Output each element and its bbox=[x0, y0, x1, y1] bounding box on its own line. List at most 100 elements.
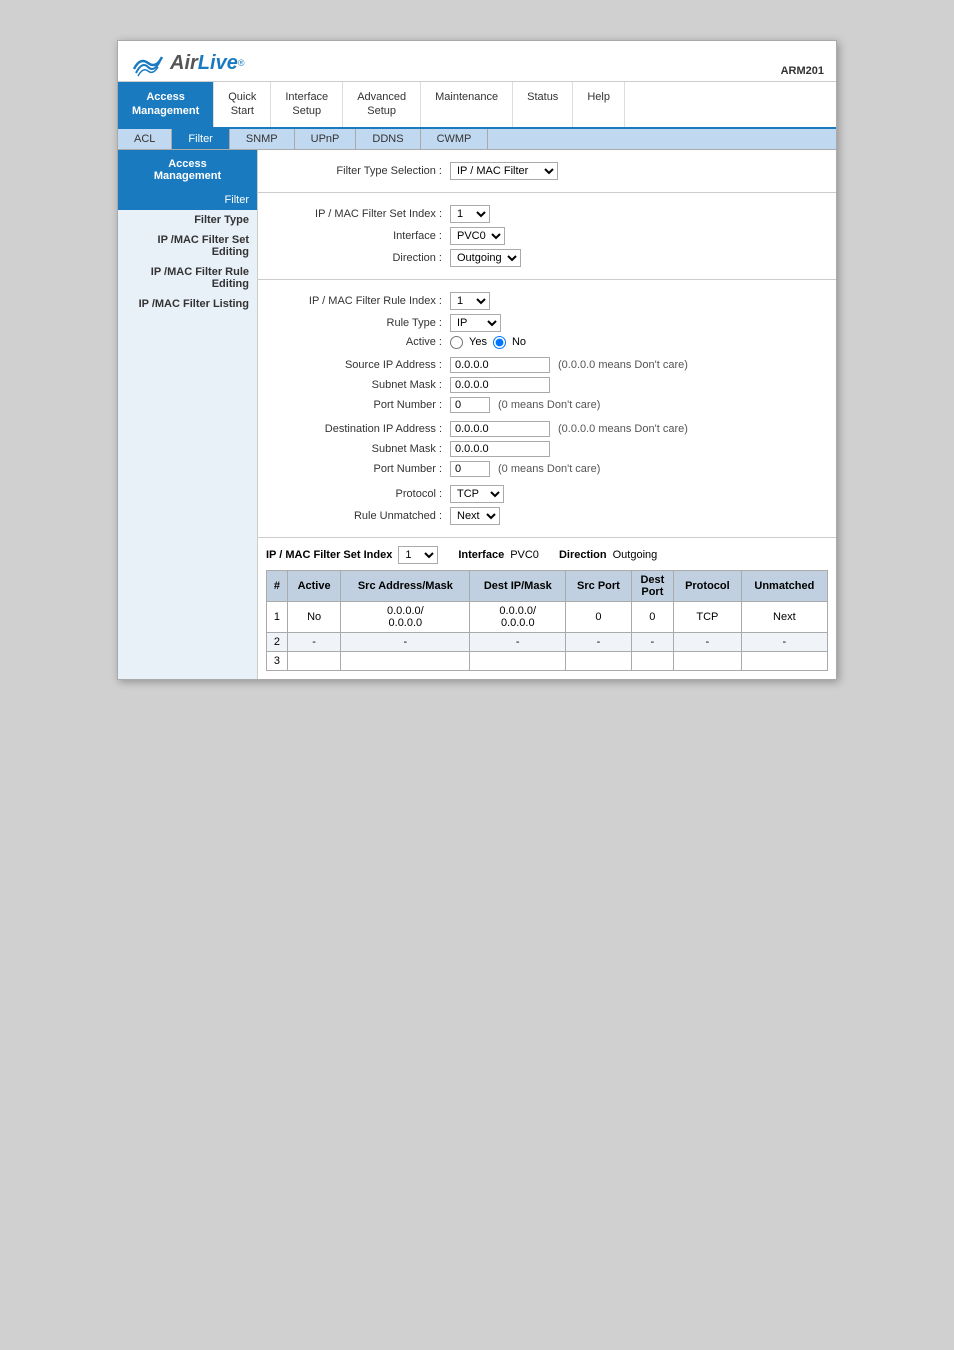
nav-item-quick-start[interactable]: QuickStart bbox=[214, 82, 271, 127]
protocol-label: Protocol : bbox=[270, 488, 450, 500]
nav-item-interface-setup[interactable]: InterfaceSetup bbox=[271, 82, 343, 127]
row3-src bbox=[341, 651, 470, 670]
subnav: ACL Filter SNMP UPnP DDNS CWMP bbox=[118, 129, 836, 150]
filter-type-row: Filter Type Selection : IP / MAC Filter … bbox=[270, 162, 824, 180]
filter-rule-index-select[interactable]: 123 bbox=[450, 292, 490, 310]
filter-rule-active-no-radio[interactable] bbox=[493, 336, 506, 349]
row2-src: - bbox=[341, 632, 470, 651]
filter-table: # Active Src Address/Mask Dest IP/Mask S… bbox=[266, 570, 828, 671]
dest-mask-row: Subnet Mask : bbox=[270, 441, 824, 457]
filter-type-label: Filter Type Selection : bbox=[270, 165, 450, 177]
row2-num: 2 bbox=[267, 632, 288, 651]
filter-rule-index-label: IP / MAC Filter Rule Index : bbox=[270, 295, 450, 307]
subnav-filter[interactable]: Filter bbox=[172, 129, 229, 149]
filter-set-interface-label: Interface : bbox=[270, 230, 450, 242]
row1-src: 0.0.0.0/0.0.0.0 bbox=[341, 601, 470, 632]
src-mask-label: Subnet Mask : bbox=[270, 379, 450, 391]
filter-rule-active-no-label: No bbox=[512, 336, 526, 348]
dest-port-input[interactable] bbox=[450, 461, 490, 477]
row2-srcport: - bbox=[566, 632, 631, 651]
src-ip-hint: (0.0.0.0 means Don't care) bbox=[558, 359, 688, 371]
filter-rule-active-group: Yes No bbox=[450, 336, 526, 349]
unmatched-row: Rule Unmatched : NextDrop bbox=[270, 507, 824, 525]
src-mask-input[interactable] bbox=[450, 377, 550, 393]
filter-set-index-label: IP / MAC Filter Set Index : bbox=[270, 208, 450, 220]
section-filter-type: Filter Type bbox=[118, 210, 257, 230]
filter-set-section: IP / MAC Filter Set Index : 1234 Interfa… bbox=[258, 193, 836, 280]
row3-srcport bbox=[566, 651, 631, 670]
filter-type-select[interactable]: IP / MAC Filter Application Filter URL F… bbox=[450, 162, 558, 180]
src-ip-row: Source IP Address : (0.0.0.0 means Don't… bbox=[270, 357, 824, 373]
row2-active: - bbox=[287, 632, 341, 651]
protocol-select[interactable]: TCPUDPICMPAny bbox=[450, 485, 504, 503]
filter-rule-section: IP / MAC Filter Rule Index : 123 Rule Ty… bbox=[258, 280, 836, 538]
dest-ip-hint: (0.0.0.0 means Don't care) bbox=[558, 423, 688, 435]
row1-dest: 0.0.0.0/0.0.0.0 bbox=[470, 601, 566, 632]
filter-set-direction-label: Direction : bbox=[270, 252, 450, 264]
filter-set-index-select[interactable]: 1234 bbox=[450, 205, 490, 223]
filter-set-interface-select[interactable]: PVC0PVC1PVC2 bbox=[450, 227, 505, 245]
col-protocol: Protocol bbox=[674, 570, 742, 601]
dest-port-hint: (0 means Don't care) bbox=[498, 463, 600, 475]
col-src-port: Src Port bbox=[566, 570, 631, 601]
row3-dest bbox=[470, 651, 566, 670]
col-dest: Dest IP/Mask bbox=[470, 570, 566, 601]
subnav-upnp[interactable]: UPnP bbox=[295, 129, 357, 149]
src-port-input[interactable] bbox=[450, 397, 490, 413]
col-src: Src Address/Mask bbox=[341, 570, 470, 601]
filter-listing-section: IP / MAC Filter Set Index 1 Interface PV… bbox=[258, 538, 836, 679]
listing-interface-value: PVC0 bbox=[510, 549, 539, 561]
unmatched-select[interactable]: NextDrop bbox=[450, 507, 500, 525]
row1-srcport: 0 bbox=[566, 601, 631, 632]
table-row: 1 No 0.0.0.0/0.0.0.0 0.0.0.0/0.0.0.0 0 0… bbox=[267, 601, 828, 632]
left-panel: AccessManagement Filter Filter Type IP /… bbox=[118, 150, 258, 679]
src-port-hint: (0 means Don't care) bbox=[498, 399, 600, 411]
filter-set-index-row: IP / MAC Filter Set Index : 1234 bbox=[270, 205, 824, 223]
dest-ip-row: Destination IP Address : (0.0.0.0 means … bbox=[270, 421, 824, 437]
row3-active bbox=[287, 651, 341, 670]
row3-destport bbox=[631, 651, 673, 670]
protocol-row: Protocol : TCPUDPICMPAny bbox=[270, 485, 824, 503]
filter-rule-type-row: Rule Type : IPMAC bbox=[270, 314, 824, 332]
filter-set-direction-select[interactable]: OutgoingIncoming bbox=[450, 249, 521, 267]
src-port-row: Port Number : (0 means Don't care) bbox=[270, 397, 824, 413]
row2-destport: - bbox=[631, 632, 673, 651]
listing-index-row: IP / MAC Filter Set Index 1 Interface PV… bbox=[266, 546, 828, 564]
row3-protocol bbox=[674, 651, 742, 670]
dest-mask-input[interactable] bbox=[450, 441, 550, 457]
listing-index-select[interactable]: 1 bbox=[398, 546, 438, 564]
row1-unmatched: Next bbox=[741, 601, 827, 632]
section-filter-listing: IP /MAC Filter Listing bbox=[118, 294, 257, 314]
row3-unmatched bbox=[741, 651, 827, 670]
col-num: # bbox=[267, 570, 288, 601]
row2-dest: - bbox=[470, 632, 566, 651]
filter-rule-active-yes-radio[interactable] bbox=[450, 336, 463, 349]
src-ip-input[interactable] bbox=[450, 357, 550, 373]
section-filter-rule: IP /MAC Filter Rule Editing bbox=[118, 262, 257, 294]
filter-type-section: Filter Type Selection : IP / MAC Filter … bbox=[258, 150, 836, 193]
col-unmatched: Unmatched bbox=[741, 570, 827, 601]
dest-ip-input[interactable] bbox=[450, 421, 550, 437]
nav-item-status[interactable]: Status bbox=[513, 82, 573, 127]
main-panel: Filter Type Selection : IP / MAC Filter … bbox=[258, 150, 836, 679]
subnav-acl[interactable]: ACL bbox=[118, 129, 172, 149]
src-ip-label: Source IP Address : bbox=[270, 359, 450, 371]
nav-item-access-management[interactable]: AccessManagement bbox=[118, 82, 214, 127]
nav-item-advanced-setup[interactable]: AdvancedSetup bbox=[343, 82, 421, 127]
table-row: 3 bbox=[267, 651, 828, 670]
filter-rule-active-label: Active : bbox=[270, 336, 450, 348]
left-panel-filter[interactable]: Filter bbox=[118, 190, 257, 210]
section-filter-set: IP /MAC Filter Set Editing bbox=[118, 230, 257, 262]
row2-protocol: - bbox=[674, 632, 742, 651]
subnav-ddns[interactable]: DDNS bbox=[356, 129, 420, 149]
subnav-snmp[interactable]: SNMP bbox=[230, 129, 295, 149]
filter-set-interface-row: Interface : PVC0PVC1PVC2 bbox=[270, 227, 824, 245]
subnav-cwmp[interactable]: CWMP bbox=[421, 129, 489, 149]
dest-mask-label: Subnet Mask : bbox=[270, 443, 450, 455]
nav-item-maintenance[interactable]: Maintenance bbox=[421, 82, 513, 127]
dest-port-row: Port Number : (0 means Don't care) bbox=[270, 461, 824, 477]
row1-num: 1 bbox=[267, 601, 288, 632]
filter-rule-type-select[interactable]: IPMAC bbox=[450, 314, 501, 332]
nav-item-help[interactable]: Help bbox=[573, 82, 625, 127]
table-row: 2 - - - - - - - bbox=[267, 632, 828, 651]
